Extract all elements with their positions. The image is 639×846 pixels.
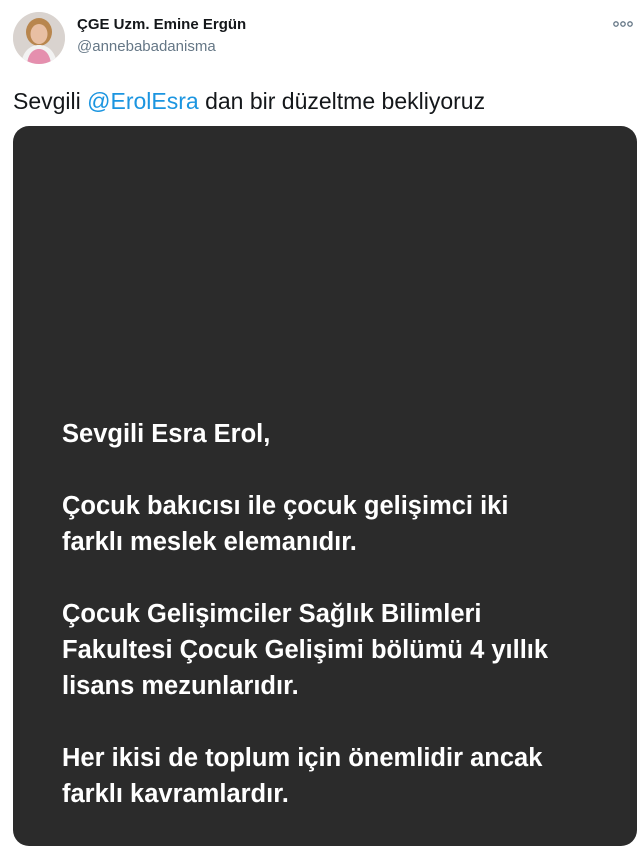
media-line: Her ikisi de toplum için önemlidir ancak bbox=[62, 744, 543, 772]
more-options-icon[interactable] bbox=[612, 16, 634, 32]
avatar-image bbox=[13, 12, 65, 64]
media-line: Çocuk bakıcısı ile çocuk gelişimci iki bbox=[62, 492, 509, 520]
tweet-text-after: dan bir düzeltme bekliyoruz bbox=[198, 88, 486, 114]
user-display-name[interactable]: ÇGE Uzm. Emine Ergün bbox=[77, 16, 246, 33]
media-line: farklı meslek elemanıdır. bbox=[62, 528, 357, 556]
user-handle[interactable]: @annebabadanisma bbox=[77, 38, 216, 55]
tweet-media-image[interactable]: Sevgili Esra Erol, Çocuk bakıcısı ile ço… bbox=[13, 126, 637, 846]
tweet: ÇGE Uzm. Emine Ergün @annebabadanisma Se… bbox=[0, 0, 639, 846]
tweet-text: Sevgili @ErolEsra dan bir düzeltme bekli… bbox=[13, 87, 485, 115]
tweet-text-before: Sevgili bbox=[13, 88, 88, 114]
media-text: Sevgili Esra Erol, Çocuk bakıcısı ile ço… bbox=[62, 416, 548, 846]
avatar[interactable] bbox=[13, 12, 65, 64]
media-line: Fakultesi Çocuk Gelişimi bölümü 4 yıllık bbox=[62, 636, 549, 664]
media-line: farklı kavramlardır. bbox=[62, 780, 289, 808]
media-line: lisans mezunlarıdır. bbox=[62, 672, 299, 700]
media-line: Sevgili Esra Erol, bbox=[62, 420, 271, 448]
media-line: Çocuk Gelişimciler Sağlık Bilimleri bbox=[62, 600, 482, 628]
mention-link[interactable]: @ErolEsra bbox=[87, 88, 199, 114]
